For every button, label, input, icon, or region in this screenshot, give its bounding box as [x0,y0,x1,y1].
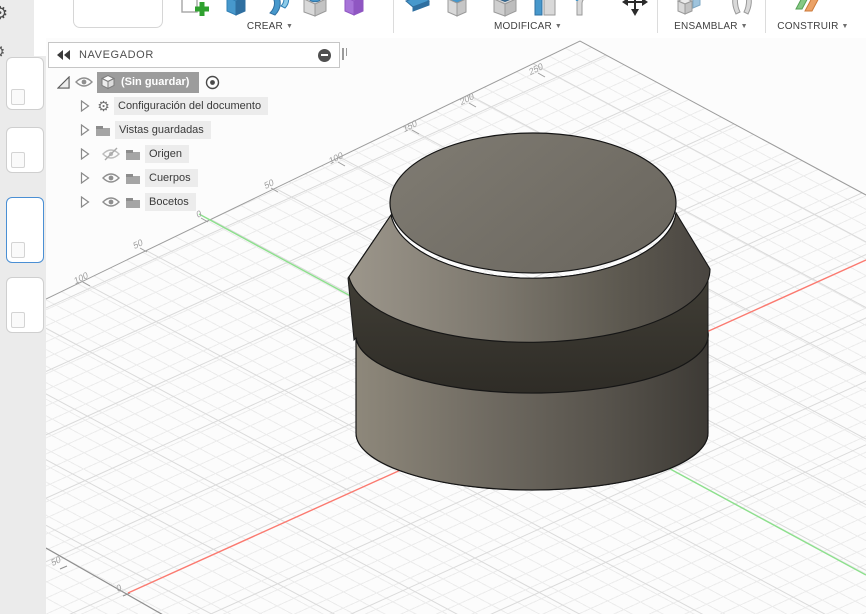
gear-icon: ⚙ [0,42,5,62]
panel-card[interactable] [6,57,44,110]
component-cube-icon [100,74,116,89]
tree-item-label[interactable]: Vistas guardadas [115,121,211,139]
fillet-icon[interactable] [571,0,605,17]
fusion-window: { "toolbar": { "groups": [ {"label": "CR… [0,0,866,614]
tree-item-label[interactable]: Configuración del documento [114,97,269,115]
document-root-item[interactable]: (Sin guardar) [97,71,200,93]
press-pull-face-icon[interactable] [400,0,434,17]
revolve-icon[interactable] [261,0,295,17]
adjacent-panel-strip: ⚙ ⚙ [0,0,47,614]
collapse-panel-icon[interactable] [57,50,71,60]
expanded-arrow-icon[interactable] [57,75,70,89]
card-thumbnail [11,242,25,258]
grid-boundary-bottom-left [46,547,163,614]
construct-plane-icon[interactable] [791,0,825,17]
create-sketch-icon[interactable] [177,0,211,17]
tree-row-saved-views[interactable]: Vistas guardadas [48,118,268,142]
panel-card[interactable] [6,127,44,173]
folder-icon [126,173,140,184]
model-body[interactable] [347,132,711,491]
card-thumbnail [11,312,25,328]
collapsed-arrow-icon[interactable] [80,196,90,208]
collapsed-arrow-icon[interactable] [80,148,90,160]
draft-icon[interactable] [528,0,562,17]
collapsed-arrow-icon[interactable] [80,124,90,136]
extrude-icon[interactable] [220,0,254,17]
gear-icon: ⚙ [0,3,8,24]
eye-visible-icon[interactable] [75,76,93,88]
press-pull-icon[interactable] [441,0,475,17]
panel-drag-grip[interactable] [342,48,347,60]
tree-row-root[interactable]: (Sin guardar) [48,70,268,94]
eye-visible-icon[interactable] [102,196,120,208]
tree-row-origin[interactable]: Origen [48,142,268,166]
dropdown-caret-icon: ▼ [285,23,294,30]
joint-icon[interactable] [725,0,759,17]
strip-white-corner [34,0,46,56]
navigator-tree: (Sin guardar) ⚙ Configuración del docume… [48,70,269,214]
ribbon-toolbar: CREAR ▼ MODIFICAR ▼ ENSAMBLAR ▼ CONSTRUIR ▼ [46,0,866,39]
collapsed-arrow-icon[interactable] [80,172,90,184]
menu-crear[interactable]: CREAR ▼ [247,21,293,32]
toolbar-separator [657,0,658,33]
card-thumbnail [11,89,25,105]
panel-card-selected[interactable] [6,197,44,263]
tree-item-label[interactable]: Origen [145,145,190,163]
new-component-icon[interactable] [673,0,707,17]
toolbar-separator [393,0,394,33]
folder-icon [96,125,110,136]
tree-row-sketches[interactable]: Bocetos [48,190,268,214]
move-icon[interactable] [618,0,652,17]
tree-row-doc-settings[interactable]: ⚙ Configuración del documento [48,94,269,118]
eye-hidden-icon[interactable] [102,147,120,161]
navigator-title: NAVEGADOR [79,49,154,61]
tree-item-label[interactable]: Bocetos [145,193,196,211]
tree-item-label[interactable]: Cuerpos [145,169,198,187]
primitive-box-icon[interactable] [338,0,372,17]
card-thumbnail [11,152,25,168]
remove-panel-icon[interactable] [318,48,331,62]
shell-icon[interactable] [488,0,522,17]
activate-component-radio[interactable] [205,75,220,90]
menu-ensamblar[interactable]: ENSAMBLAR ▼ [674,21,748,32]
tree-row-bodies[interactable]: Cuerpos [48,166,268,190]
model-top-face [389,132,677,274]
folder-icon [126,149,140,160]
gear-icon: ⚙ [97,98,110,114]
collapsed-arrow-icon[interactable] [80,100,90,112]
dropdown-caret-icon: ▼ [841,23,849,30]
panel-card[interactable] [6,277,44,333]
menu-modificar[interactable]: MODIFICAR ▼ [494,21,562,32]
navigator-header: NAVEGADOR [48,42,340,68]
menu-construir[interactable]: CONSTRUIR ▼ [777,21,848,32]
eye-visible-icon[interactable] [102,172,120,184]
folder-icon [126,197,140,208]
dropdown-caret-icon: ▼ [554,23,563,30]
hole-icon[interactable] [298,0,332,17]
dropdown-caret-icon: ▼ [740,23,748,30]
workspace-button[interactable] [73,0,163,28]
toolbar-separator [765,0,766,33]
